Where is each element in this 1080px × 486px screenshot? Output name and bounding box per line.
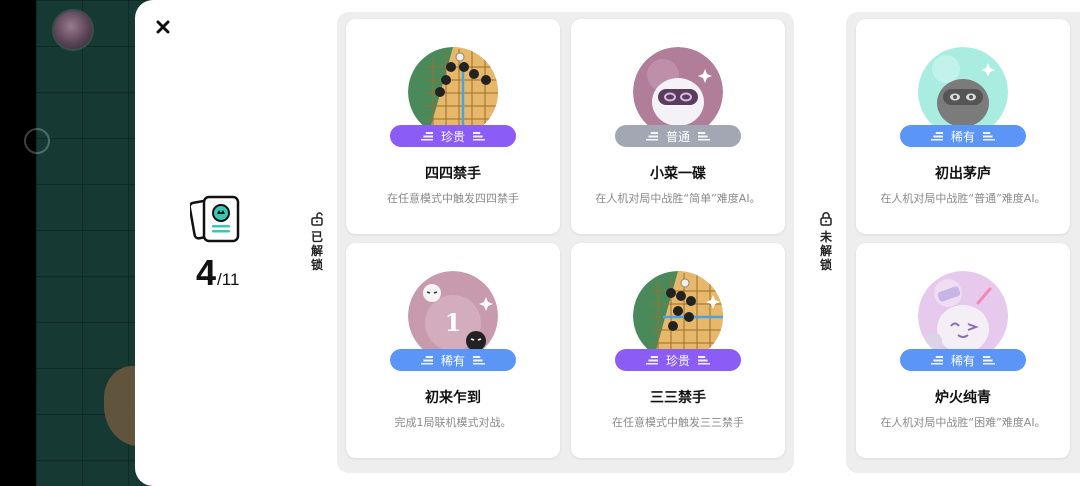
pink-robot-icon [633,47,723,137]
achievement-title: 初来乍到 [425,390,481,406]
rarity-bars-icon [930,355,943,365]
svg-text:1: 1 [445,308,462,337]
background-ring [24,128,50,154]
achievement-description: 在任意模式中触发三三禁手 [612,416,744,429]
achievement-description: 完成1局联机模式对战。 [394,416,512,429]
achievement-title: 小菜一碟 [650,166,706,182]
rarity-badge: 稀有 [390,349,516,371]
unlocked-number: 4 [196,252,217,293]
player-avatar [52,9,94,51]
rarity-bars-icon [473,131,485,141]
achievement-title: 炉火纯青 [935,390,991,406]
lock-icon [820,212,832,226]
screen-edge [0,0,36,486]
rarity-badge: 普通 [615,125,741,147]
rarity-bars-icon [698,355,710,365]
rarity-label: 稀有 [950,129,975,144]
achievement-title: 四四禁手 [425,166,481,182]
achievement-description: 在人机对局中战胜“困难”难度AI。 [880,416,1046,429]
rarity-bars-icon [420,355,433,365]
rarity-bars-icon [473,355,485,365]
rarity-label: 普通 [665,129,690,144]
rarity-bars-icon [930,131,943,141]
achievement-title: 初出茅庐 [935,166,991,182]
achievement-description: 在人机对局中战胜“简单”难度AI。 [595,192,761,205]
total-number: /11 [217,270,240,289]
go-board-three-three-icon [633,271,723,361]
achievement-card[interactable]: 珍贵 三三禁手 在任意模式中触发三三禁手 [571,243,785,458]
rarity-label: 稀有 [950,353,975,368]
achievement-card[interactable]: 稀有 炉火纯青 在人机对局中战胜“困难”难度AI。 [856,243,1070,458]
rarity-label: 稀有 [440,353,465,368]
rarity-bars-icon [983,131,995,141]
rarity-bars-icon [698,131,710,141]
rarity-bars-icon [420,131,433,141]
rarity-badge: 珍贵 [615,349,741,371]
rarity-badge: 稀有 [900,349,1026,371]
achievement-card[interactable]: 珍贵 四四禁手 在任意模式中触发四四禁手 [346,19,560,234]
rarity-badge: 稀有 [900,125,1026,147]
unlocked-section-label: 已解锁 [309,212,325,272]
rarity-bars-icon [645,355,658,365]
rarity-bars-icon [645,131,658,141]
achievement-description: 在任意模式中触发四四禁手 [387,192,519,205]
rarity-bars-icon [983,355,995,365]
rarity-label: 珍贵 [665,353,690,368]
locked-section-label: 未解锁 [818,212,834,272]
close-icon [156,20,170,34]
unlocked-label-text: 已解锁 [310,230,323,272]
unlock-icon [311,212,323,226]
achievement-card[interactable]: 稀有 初出茅庐 在人机对局中战胜“普通”难度AI。 [856,19,1070,234]
unlocked-count: 4 /11 [196,252,240,293]
locked-label-text: 未解锁 [819,230,832,272]
achievement-cards-icon [190,195,240,243]
rarity-label: 珍贵 [440,129,465,144]
achievement-title: 三三禁手 [650,390,706,406]
achievement-description: 在人机对局中战胜“普通”难度AI。 [880,192,1046,205]
achievement-card[interactable]: 1 稀有 初来乍到 完成1局联机模式对战。 [346,243,560,458]
rarity-badge: 珍贵 [390,125,516,147]
close-button[interactable] [152,16,174,38]
winking-robot-icon [918,271,1008,361]
gray-robot-icon [918,47,1008,137]
achievement-card[interactable]: 普通 小菜一碟 在人机对局中战胜“简单”难度AI。 [571,19,785,234]
go-board-four-four-icon [408,47,498,137]
first-match-icon: 1 [408,271,498,361]
